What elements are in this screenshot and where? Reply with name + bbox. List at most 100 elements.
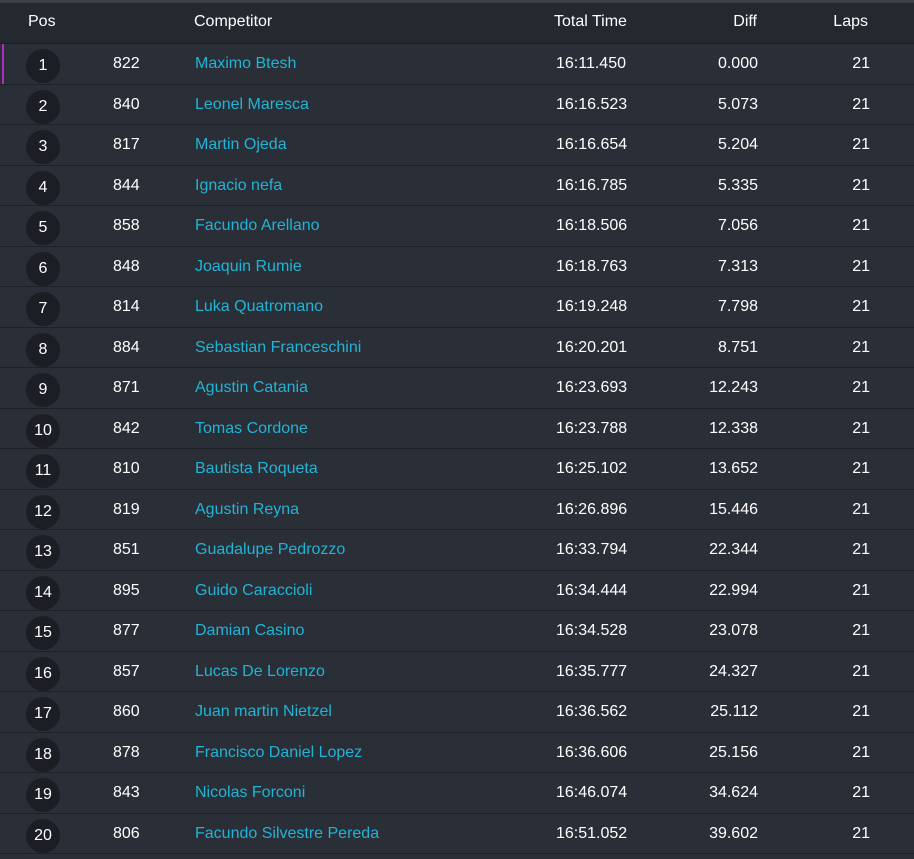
competitor-link[interactable]: Facundo Arellano	[195, 217, 320, 235]
competitor-link[interactable]: Francisco Daniel Lopez	[195, 744, 362, 762]
race-number: 884	[113, 338, 140, 356]
table-row: 6 848 Joaquin Rumie 16:18.763 7.313 21	[0, 247, 914, 287]
competitor-link[interactable]: Luka Quatromano	[195, 298, 323, 316]
competitor-link[interactable]: Tomas Cordone	[195, 420, 308, 438]
position-badge: 16	[26, 656, 60, 691]
competitor-link[interactable]: Agustin Reyna	[195, 501, 299, 519]
total-time: 16:18.763	[556, 257, 628, 275]
total-time: 16:16.785	[556, 176, 628, 194]
results-table: Pos Competitor Total Time Diff Laps 1 82…	[0, 0, 914, 859]
diff-value: 5.073	[717, 95, 758, 113]
table-row: 3 817 Martin Ojeda 16:16.654 5.204 21	[0, 125, 914, 166]
laps-value: 21	[852, 257, 870, 275]
table-row: 19 843 Nicolas Forconi 16:46.074 34.624 …	[0, 773, 914, 814]
position-badge: 5	[26, 211, 60, 245]
diff-value: 7.313	[717, 257, 758, 275]
laps-value: 21	[852, 176, 870, 194]
position-badge: 12	[26, 494, 60, 529]
header-laps[interactable]: Laps	[833, 13, 868, 31]
results-rows: 1 822 Maximo Btesh 16:11.450 0.000 21 2 …	[0, 44, 914, 854]
total-time: 16:16.523	[556, 95, 628, 113]
position-badge: 1	[26, 49, 60, 83]
position-badge: 11	[26, 454, 60, 488]
laps-value: 21	[852, 379, 870, 396]
table-row: 17 860 Juan martin Nietzel 16:36.562 25.…	[0, 692, 914, 733]
position-badge: 10	[26, 413, 60, 448]
diff-value: 15.446	[709, 500, 758, 518]
laps-value: 21	[852, 419, 870, 437]
total-time: 16:19.248	[556, 298, 628, 315]
position-badge: 13	[26, 535, 60, 569]
total-time: 16:36.562	[556, 703, 628, 720]
diff-value: 8.751	[717, 338, 758, 356]
total-time: 16:33.794	[556, 541, 628, 558]
laps-value: 21	[852, 541, 870, 558]
diff-value: 5.335	[717, 176, 758, 194]
header-diff[interactable]: Diff	[733, 13, 757, 31]
position-badge: 6	[26, 251, 60, 286]
position-badge: 2	[26, 89, 60, 124]
competitor-link[interactable]: Agustin Catania	[195, 379, 308, 397]
laps-value: 21	[852, 217, 870, 234]
competitor-link[interactable]: Sebastian Franceschini	[195, 339, 361, 357]
competitor-link[interactable]: Bautista Roqueta	[195, 460, 318, 478]
race-number: 819	[113, 500, 140, 518]
diff-value: 5.204	[717, 136, 758, 153]
competitor-link[interactable]: Ignacio nefa	[195, 177, 282, 195]
race-number: 851	[113, 541, 140, 558]
race-number: 857	[113, 662, 140, 680]
header-pos[interactable]: Pos	[28, 13, 56, 31]
diff-value: 7.798	[717, 298, 758, 315]
position-badge: 3	[26, 130, 60, 164]
competitor-link[interactable]: Guido Caraccioli	[195, 582, 312, 600]
position-badge: 8	[26, 332, 60, 367]
diff-value: 34.624	[709, 784, 758, 801]
race-number: 814	[113, 298, 140, 315]
header-competitor[interactable]: Competitor	[194, 13, 272, 31]
table-row: 15 877 Damian Casino 16:34.528 23.078 21	[0, 611, 914, 652]
total-time: 16:11.450	[556, 55, 626, 72]
race-number: 877	[113, 622, 140, 639]
competitor-link[interactable]: Guadalupe Pedrozzo	[195, 541, 345, 559]
table-row: 5 858 Facundo Arellano 16:18.506 7.056 2…	[0, 206, 914, 247]
competitor-link[interactable]: Maximo Btesh	[195, 55, 296, 73]
race-number: 843	[113, 784, 140, 801]
diff-value: 0.000	[717, 55, 758, 72]
diff-value: 25.112	[710, 703, 758, 720]
race-number: 840	[113, 95, 140, 113]
header-total-time[interactable]: Total Time	[554, 13, 627, 31]
competitor-link[interactable]: Facundo Silvestre Pereda	[195, 825, 379, 843]
laps-value: 21	[852, 460, 870, 477]
competitor-link[interactable]: Lucas De Lorenzo	[195, 663, 325, 681]
diff-value: 12.243	[709, 379, 758, 396]
competitor-link[interactable]: Martin Ojeda	[195, 136, 287, 154]
race-number: 878	[113, 743, 140, 761]
diff-value: 7.056	[717, 217, 758, 234]
competitor-link[interactable]: Joaquin Rumie	[195, 258, 302, 276]
table-row: 11 810 Bautista Roqueta 16:25.102 13.652…	[0, 449, 914, 490]
table-row: 4 844 Ignacio nefa 16:16.785 5.335 21	[0, 166, 914, 206]
competitor-link[interactable]: Leonel Maresca	[195, 96, 309, 114]
laps-value: 21	[852, 622, 870, 639]
total-time: 16:36.606	[556, 743, 628, 761]
total-time: 16:20.201	[556, 338, 628, 356]
diff-value: 22.994	[709, 581, 758, 599]
competitor-link[interactable]: Nicolas Forconi	[195, 784, 305, 802]
diff-value: 39.602	[709, 824, 758, 842]
total-time: 16:46.074	[556, 784, 628, 801]
table-row: 1 822 Maximo Btesh 16:11.450 0.000 21	[0, 44, 914, 85]
table-row: 16 857 Lucas De Lorenzo 16:35.777 24.327…	[0, 652, 914, 692]
diff-value: 22.344	[709, 541, 758, 558]
diff-value: 24.327	[709, 662, 758, 680]
laps-value: 21	[852, 136, 870, 153]
position-badge: 15	[26, 616, 60, 650]
competitor-link[interactable]: Juan martin Nietzel	[195, 703, 332, 721]
position-badge: 9	[26, 373, 60, 407]
laps-value: 21	[852, 662, 870, 680]
competitor-link[interactable]: Damian Casino	[195, 622, 304, 640]
position-badge: 7	[26, 292, 60, 326]
laps-value: 21	[852, 55, 870, 72]
total-time: 16:23.693	[556, 379, 628, 396]
table-header: Pos Competitor Total Time Diff Laps	[0, 3, 914, 44]
laps-value: 21	[852, 743, 870, 761]
